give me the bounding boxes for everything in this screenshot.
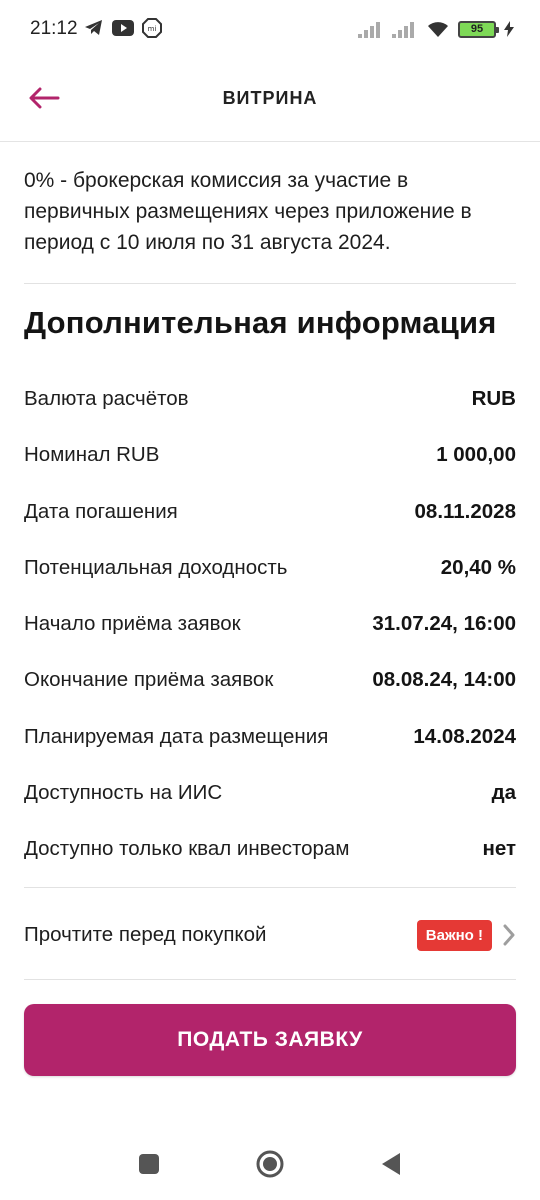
signal-icon: [358, 22, 380, 38]
section-title: Дополнительная информация: [24, 305, 497, 340]
status-system-icons: 95: [358, 20, 514, 38]
recent-apps-button[interactable]: [133, 1148, 165, 1180]
chevron-right-icon: [503, 924, 515, 946]
info-value: 08.08.24, 14:00: [372, 668, 516, 691]
info-value: 20,40 %: [440, 556, 516, 579]
info-label: Потенциальная доходность: [24, 556, 288, 579]
info-label: Доступно только квал инвесторам: [24, 837, 350, 860]
divider: [24, 979, 516, 980]
app-header: ВИТРИНА: [0, 60, 540, 142]
status-bar: 21:12 mi 95: [0, 0, 540, 60]
info-row-order-end: Окончание приёма заявок 08.08.24, 14:00: [24, 660, 516, 700]
info-value: RUB: [471, 387, 516, 410]
svg-text:mi: mi: [148, 25, 157, 33]
square-icon: [139, 1154, 159, 1174]
read-before-right: Важно !: [416, 919, 516, 951]
info-value: 14.08.2024: [413, 725, 516, 748]
promo-text: 0% - брокерская комиссия за участие в пе…: [24, 169, 472, 254]
info-value: 31.07.24, 16:00: [372, 612, 516, 635]
circle-icon: [256, 1150, 284, 1178]
info-row-placement-date: Планируемая дата размещения 14.08.2024: [24, 717, 516, 757]
system-nav-bar: [0, 1128, 540, 1200]
divider: [24, 283, 516, 284]
wifi-icon: [428, 22, 448, 37]
info-value: да: [491, 781, 516, 804]
info-row-qualified-only: Доступно только квал инвесторам нет: [24, 829, 516, 869]
info-value: 08.11.2028: [414, 500, 516, 523]
info-value: 1 000,00: [436, 443, 516, 466]
info-label: Валюта расчётов: [24, 387, 189, 410]
important-badge: Важно !: [416, 919, 492, 951]
home-button[interactable]: [254, 1148, 286, 1180]
info-label: Планируемая дата размещения: [24, 725, 329, 748]
status-notification-icons: mi: [84, 18, 162, 38]
info-label: Номинал RUB: [24, 443, 160, 466]
info-row-maturity-date: Дата погашения 08.11.2028: [24, 492, 516, 532]
signal-icon: [392, 22, 414, 38]
info-label: Начало приёма заявок: [24, 612, 241, 635]
submit-order-button[interactable]: ПОДАТЬ ЗАЯВКУ: [24, 1004, 516, 1076]
info-row-iis: Доступность на ИИС да: [24, 773, 516, 813]
info-row-nominal: Номинал RUB 1 000,00: [24, 435, 516, 475]
info-label: Доступность на ИИС: [24, 781, 223, 804]
info-label: Дата погашения: [24, 500, 178, 523]
status-time: 21:12: [30, 18, 78, 39]
telegram-icon: [85, 20, 102, 35]
info-row-yield: Потенциальная доходность 20,40 %: [24, 548, 516, 588]
back-nav-button[interactable]: [375, 1148, 407, 1180]
battery-level: 95: [470, 23, 484, 35]
triangle-back-icon: [382, 1153, 400, 1175]
page-title: ВИТРИНА: [222, 88, 318, 108]
youtube-icon: [112, 20, 134, 36]
mi-icon: mi: [142, 18, 162, 38]
charging-icon: [504, 21, 514, 37]
info-row-currency: Валюта расчётов RUB: [24, 379, 516, 419]
read-before-purchase-row[interactable]: Прочтите перед покупкой Важно !: [24, 912, 516, 958]
read-before-label: Прочтите перед покупкой: [24, 923, 267, 946]
info-row-order-start: Начало приёма заявок 31.07.24, 16:00: [24, 604, 516, 644]
info-label: Окончание приёма заявок: [24, 668, 274, 691]
battery-icon: 95: [458, 20, 499, 38]
divider: [24, 887, 516, 888]
info-value: нет: [482, 837, 516, 860]
